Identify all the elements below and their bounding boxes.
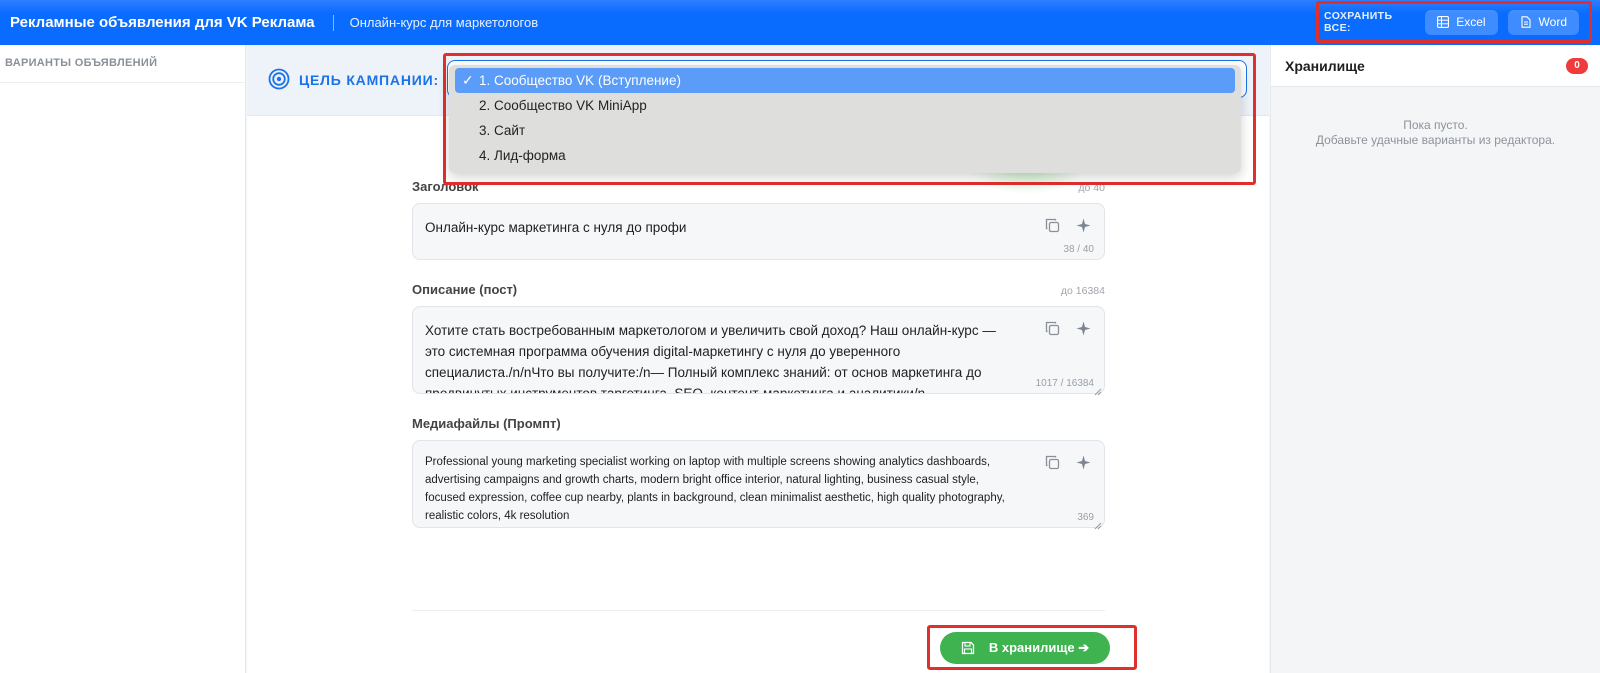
goal-option-vk-community[interactable]: ✓ 1. Сообщество VK (Вступление) <box>455 68 1235 93</box>
option-label: 3. Сайт <box>479 123 526 138</box>
description-value: Хотите стать востребованным маркетологом… <box>425 323 996 393</box>
option-label: 2. Сообщество VK MiniApp <box>479 98 647 113</box>
checkmark-icon: ✓ <box>462 72 474 88</box>
option-label: 4. Лид-форма <box>479 148 566 163</box>
empty-line-2: Добавьте удачные варианты из редактора. <box>1315 133 1556 147</box>
empty-line-1: Пока пусто. <box>1403 118 1468 132</box>
save-all-group: СОХРАНИТЬ ВСЕ: Excel Word <box>1316 1 1592 43</box>
description-label: Описание (пост) <box>412 282 518 297</box>
resize-handle[interactable] <box>1094 383 1102 396</box>
goal-option-vk-miniapp[interactable]: 2. Сообщество VK MiniApp <box>455 93 1235 118</box>
copy-icon[interactable] <box>1044 320 1061 337</box>
title-counter: 38 / 40 <box>1063 244 1094 255</box>
media-field: Медиафайлы (Промпт) Professional young m… <box>412 416 1105 530</box>
storage-count-badge: 0 <box>1566 57 1588 74</box>
save-to-storage-button[interactable]: В хранилище ➔ <box>940 632 1110 664</box>
save-all-label: СОХРАНИТЬ ВСЕ: <box>1324 10 1393 34</box>
option-label: 1. Сообщество VK (Вступление) <box>479 73 681 88</box>
sparkle-icon[interactable] <box>1075 320 1092 337</box>
footer-divider <box>412 610 1105 611</box>
sparkle-icon[interactable] <box>1075 217 1092 234</box>
target-icon <box>268 68 290 90</box>
description-field: Описание (пост) до 16384 Хотите стать во… <box>412 282 1105 396</box>
copy-icon[interactable] <box>1044 454 1061 471</box>
document-icon <box>1520 16 1532 28</box>
project-subtitle: Онлайн-курс для маркетологов <box>349 15 539 30</box>
media-label: Медиафайлы (Промпт) <box>412 416 561 431</box>
storage-header: Хранилище 0 <box>1271 45 1600 87</box>
sparkle-icon[interactable] <box>1075 454 1092 471</box>
storage-panel: Хранилище 0 Пока пусто. Добавьте удачные… <box>1270 45 1600 673</box>
title-value: Онлайн-курс маркетинга с нуля до профи <box>425 220 687 235</box>
top-bar: Рекламные объявления для VK Реклама Онла… <box>0 0 1600 45</box>
variants-sidebar: ВАРИАНТЫ ОБЪЯВЛЕНИЙ <box>0 45 246 673</box>
media-prompt-input[interactable]: Professional young marketing specialist … <box>412 440 1105 530</box>
word-label: Word <box>1538 15 1567 29</box>
campaign-goal-label: ЦЕЛЬ КАМПАНИИ: <box>299 72 439 88</box>
app-title: Рекламные объявления для VK Реклама <box>10 14 315 31</box>
table-icon <box>1437 15 1450 29</box>
goal-option-site[interactable]: 3. Сайт <box>455 118 1235 143</box>
export-excel-button[interactable]: Excel <box>1425 9 1498 35</box>
save-icon <box>961 641 975 655</box>
save-to-storage-label: В хранилище ➔ <box>988 640 1090 655</box>
variants-title: ВАРИАНТЫ ОБЪЯВЛЕНИЙ <box>0 45 245 83</box>
media-counter: 369 <box>1077 512 1094 523</box>
storage-title: Хранилище <box>1285 57 1365 74</box>
export-word-button[interactable]: Word <box>1507 9 1579 35</box>
description-limit: до 16384 <box>1060 285 1105 297</box>
resize-handle[interactable] <box>1094 517 1102 530</box>
description-counter: 1017 / 16384 <box>1031 378 1094 389</box>
goal-option-lead-form[interactable]: 4. Лид-форма <box>455 143 1235 168</box>
title-field: Заголовок до 40 Онлайн-курс маркетинга с… <box>412 179 1105 260</box>
storage-empty-state: Пока пусто. Добавьте удачные варианты из… <box>1271 118 1600 148</box>
header-divider <box>332 14 334 31</box>
campaign-goal-dropdown: ✓ 1. Сообщество VK (Вступление) 2. Сообщ… <box>449 65 1241 173</box>
excel-label: Excel <box>1456 15 1486 29</box>
title-input[interactable]: Онлайн-курс маркетинга с нуля до профи 3… <box>412 203 1105 260</box>
description-input[interactable]: Хотите стать востребованным маркетологом… <box>412 306 1105 396</box>
copy-icon[interactable] <box>1044 217 1061 234</box>
media-prompt-value: Professional young marketing specialist … <box>425 456 1005 522</box>
